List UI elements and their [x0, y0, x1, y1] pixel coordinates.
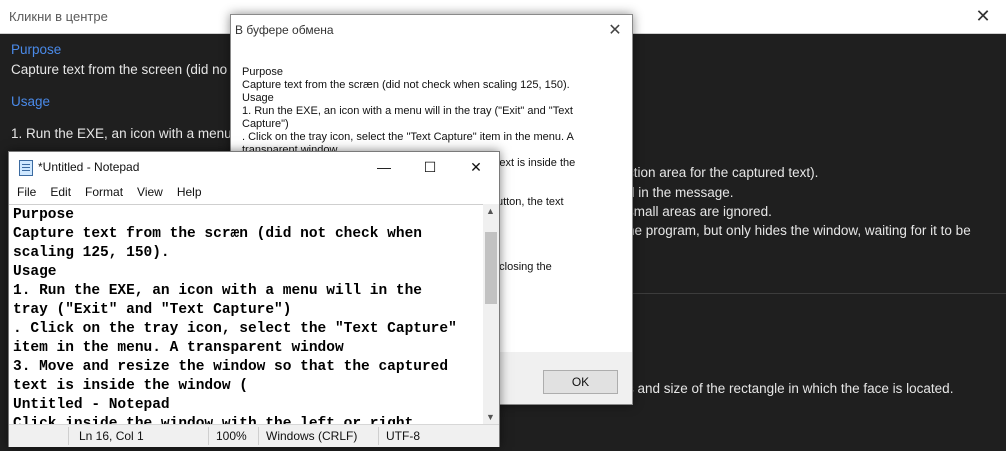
- scroll-up-icon[interactable]: ▲: [486, 206, 495, 216]
- menu-format[interactable]: Format: [77, 182, 129, 204]
- dialog-close-icon[interactable]: ✕: [598, 15, 632, 45]
- scrollbar-thumb[interactable]: [485, 232, 497, 304]
- usage-right-line-5: s and size of the rectangle in which the…: [627, 381, 954, 396]
- dialog-message-line: . Click on the tray icon, select the "Te…: [242, 131, 574, 143]
- status-separator: [208, 427, 209, 445]
- status-encoding: UTF-8: [386, 429, 420, 443]
- usage-line-1: 1. Run the EXE, an icon with a menu: [11, 126, 232, 141]
- status-zoom: 100%: [216, 429, 247, 443]
- notepad-menubar: File Edit Format View Help: [9, 182, 499, 204]
- dialog-message-line: Capture text from the scræn (did not che…: [242, 79, 570, 91]
- purpose-heading: Purpose: [11, 42, 62, 57]
- purpose-text: Capture text from the screen (did no: [11, 62, 228, 77]
- maximize-icon[interactable]: ☐: [407, 152, 453, 182]
- notepad-text[interactable]: Purpose Capture text from the scræn (did…: [9, 205, 483, 425]
- menu-file[interactable]: File: [9, 182, 42, 204]
- status-position: Ln 16, Col 1: [79, 429, 144, 443]
- background-close-icon[interactable]: ✕: [960, 0, 1006, 33]
- dialog-message-line: 1. Run the EXE, an icon with a menu will…: [242, 105, 573, 117]
- close-icon[interactable]: ✕: [453, 152, 499, 182]
- ok-button[interactable]: OK: [543, 370, 618, 394]
- notepad-title: *Untitled - Notepad: [38, 160, 140, 174]
- dialog-message-line: Usage: [242, 92, 274, 104]
- notepad-titlebar: *Untitled - Notepad — ☐ ✕: [9, 152, 499, 182]
- menu-help[interactable]: Help: [169, 182, 208, 204]
- background-divider: [630, 293, 1006, 294]
- status-separator: [258, 427, 259, 445]
- notepad-editor[interactable]: Purpose Capture text from the scræn (did…: [9, 204, 483, 425]
- usage-right-line-3: small areas are ignored.: [627, 204, 772, 219]
- usage-right-line-4: he program, but only hides the window, w…: [627, 223, 971, 238]
- dialog-titlebar: В буфере обмена ✕: [231, 15, 632, 45]
- menu-edit[interactable]: Edit: [42, 182, 77, 204]
- notepad-statusbar: Ln 16, Col 1 100% Windows (CRLF) UTF-8: [9, 424, 499, 447]
- dialog-title: В буфере обмена: [235, 23, 334, 37]
- dialog-message-line: Purpose: [242, 66, 283, 78]
- minimize-icon[interactable]: —: [361, 152, 407, 182]
- status-line-ending: Windows (CRLF): [266, 429, 358, 443]
- dialog-message-line: Capture"): [242, 118, 289, 130]
- usage-right-line-1: ction area for the captured text).: [627, 165, 819, 180]
- scroll-down-icon[interactable]: ▼: [486, 412, 495, 422]
- background-window-title: Кликни в центре: [9, 9, 108, 24]
- usage-heading: Usage: [11, 94, 51, 109]
- status-separator: [68, 427, 69, 445]
- menu-view[interactable]: View: [129, 182, 169, 204]
- vertical-scrollbar[interactable]: ▲ ▼: [483, 204, 499, 424]
- status-separator: [378, 427, 379, 445]
- usage-right-line-2: d in the message.: [627, 185, 734, 200]
- notepad-window: *Untitled - Notepad — ☐ ✕ File Edit Form…: [8, 151, 500, 447]
- notepad-icon: [19, 160, 33, 176]
